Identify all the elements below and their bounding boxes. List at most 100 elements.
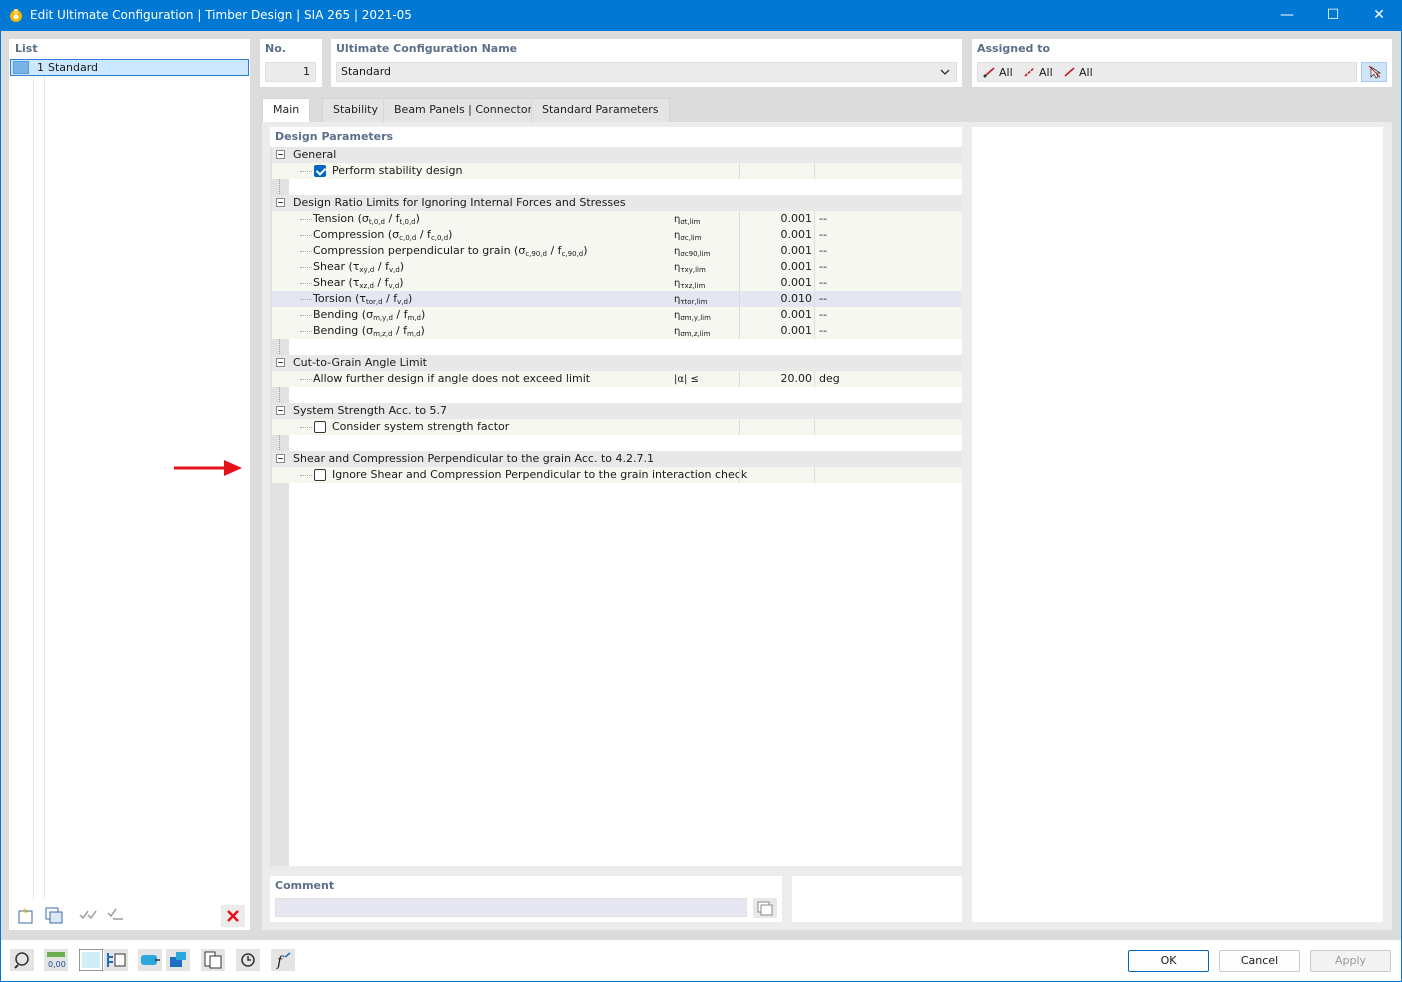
collapse-icon[interactable] bbox=[276, 358, 285, 367]
collapse-icon[interactable] bbox=[276, 198, 285, 207]
group-cut-to-grain[interactable]: Cut-to-Grain Angle Limit bbox=[272, 355, 962, 371]
new-item-icon[interactable] bbox=[15, 905, 37, 925]
member-line-icon bbox=[1064, 67, 1075, 77]
row-value[interactable]: 0.001 bbox=[742, 259, 813, 275]
number-field[interactable]: 1 bbox=[265, 62, 316, 82]
window-title: Edit Ultimate Configuration | Timber Des… bbox=[30, 8, 412, 22]
title-bar: Edit Ultimate Configuration | Timber Des… bbox=[0, 0, 1402, 31]
comment-side-panel bbox=[792, 876, 962, 922]
units-icon[interactable]: 0,00 bbox=[44, 949, 68, 971]
member-set-icon bbox=[1024, 67, 1035, 77]
uncheck-all-icon[interactable] bbox=[105, 905, 127, 925]
row-value[interactable]: 0.001 bbox=[742, 275, 813, 291]
function-icon[interactable]: f bbox=[271, 949, 295, 971]
row-symbol: |α| ≤ bbox=[674, 374, 699, 385]
check-row-perform-stability[interactable]: Perform stability design bbox=[272, 163, 962, 179]
system-strength-checkbox[interactable] bbox=[314, 421, 326, 433]
annotation-arrow-icon bbox=[174, 460, 242, 476]
name-combobox[interactable]: Standard bbox=[336, 62, 957, 82]
row-unit: -- bbox=[819, 276, 827, 289]
group-shear-compression-perpendicular[interactable]: Shear and Compression Perpendicular to t… bbox=[272, 451, 962, 467]
row-label: Bending (σm,z,d / fm,d) bbox=[313, 324, 425, 338]
list-label: List bbox=[15, 42, 38, 55]
library-icon[interactable] bbox=[201, 949, 225, 971]
collapse-icon[interactable] bbox=[276, 454, 285, 463]
row-unit: deg bbox=[819, 372, 840, 385]
comment-input[interactable] bbox=[275, 898, 747, 917]
group-general[interactable]: General bbox=[272, 147, 962, 163]
ignore-interaction-checkbox[interactable] bbox=[314, 469, 326, 481]
ratio-row[interactable]: Shear (τxz,d / fv,d) ητxz,lim 0.001 -- bbox=[272, 275, 962, 291]
row-unit: -- bbox=[819, 228, 827, 241]
row-value[interactable]: 20.00 bbox=[742, 371, 813, 387]
row-value[interactable]: 0.001 bbox=[742, 227, 813, 243]
list-grid-line bbox=[44, 59, 45, 899]
ratio-row[interactable]: Compression perpendicular to grain (σc,9… bbox=[272, 243, 962, 259]
row-unit: -- bbox=[819, 324, 827, 337]
member-icon bbox=[983, 67, 995, 78]
list-item-number: 1 bbox=[37, 61, 44, 74]
ratio-row[interactable]: Shear (τxy,d / fv,d) ητxy,lim 0.001 -- bbox=[272, 259, 962, 275]
tab-beam-panels-connectors[interactable]: Beam Panels | Connectors bbox=[383, 98, 549, 122]
minimize-button[interactable]: — bbox=[1264, 0, 1310, 31]
check-row-system-strength[interactable]: Consider system strength factor bbox=[272, 419, 962, 435]
row-angle-limit[interactable]: Allow further design if angle does not e… bbox=[272, 371, 962, 387]
row-value[interactable]: 0.001 bbox=[742, 307, 813, 323]
collapse-icon[interactable] bbox=[276, 150, 285, 159]
color-icon[interactable] bbox=[79, 949, 103, 971]
design-parameters-label: Design Parameters bbox=[275, 130, 394, 143]
check-row-ignore-interaction[interactable]: Ignore Shear and Compression Perpendicul… bbox=[272, 467, 962, 483]
close-window-button[interactable]: ✕ bbox=[1356, 0, 1402, 31]
check-all-icon[interactable] bbox=[77, 905, 99, 925]
name-label: Ultimate Configuration Name bbox=[336, 42, 518, 55]
comment-panel: Comment bbox=[270, 876, 782, 922]
tab-main[interactable]: Main bbox=[262, 98, 311, 123]
perform-stability-checkbox[interactable] bbox=[314, 165, 326, 177]
list-grid-line bbox=[33, 59, 34, 899]
assigned-field[interactable]: All All All bbox=[977, 62, 1357, 82]
delete-icon[interactable] bbox=[221, 905, 245, 927]
ratio-row[interactable]: Compression (σc,0,d / fc,0,d) ησc,lim 0.00… bbox=[272, 227, 962, 243]
view-icon[interactable] bbox=[138, 949, 162, 971]
row-value[interactable]: 0.010 bbox=[742, 291, 813, 307]
help-icon[interactable] bbox=[10, 949, 34, 971]
chevron-down-icon bbox=[940, 69, 950, 75]
row-value[interactable]: 0.001 bbox=[742, 243, 813, 259]
reset-icon[interactable] bbox=[236, 949, 260, 971]
row-value[interactable]: 0.001 bbox=[742, 323, 813, 339]
check-label: Ignore Shear and Compression Perpendicul… bbox=[332, 468, 748, 481]
app-icon bbox=[10, 9, 22, 22]
check-label: Consider system strength factor bbox=[332, 420, 510, 433]
pick-cursor-icon bbox=[1368, 65, 1382, 79]
group-system-strength[interactable]: System Strength Acc. to 5.7 bbox=[272, 403, 962, 419]
apply-button[interactable]: Apply bbox=[1310, 950, 1391, 972]
collapse-icon[interactable] bbox=[276, 406, 285, 415]
list-panel: List 1 Standard bbox=[9, 39, 250, 930]
preview-panel bbox=[972, 127, 1383, 922]
number-label: No. bbox=[265, 42, 286, 55]
group-design-ratio-limits[interactable]: Design Ratio Limits for Ignoring Interna… bbox=[272, 195, 962, 211]
list-item-name: Standard bbox=[48, 61, 99, 74]
row-unit: -- bbox=[819, 212, 827, 225]
group-title: Cut-to-Grain Angle Limit bbox=[293, 356, 427, 369]
tab-standard-parameters[interactable]: Standard Parameters bbox=[531, 98, 670, 122]
copy-comment-icon[interactable] bbox=[753, 898, 777, 918]
cancel-button[interactable]: Cancel bbox=[1219, 950, 1300, 972]
assigned-panel: Assigned to All All All bbox=[972, 39, 1392, 87]
select-objects-button[interactable] bbox=[1361, 62, 1387, 82]
svg-text:0,00: 0,00 bbox=[48, 960, 66, 969]
name-panel: Ultimate Configuration Name Standard bbox=[331, 39, 962, 87]
display-icon[interactable] bbox=[104, 949, 128, 971]
ok-button[interactable]: OK bbox=[1128, 950, 1209, 972]
ratio-row[interactable]: Tension (σt,0,d / ft,0,d) ησt,lim 0.001 -- bbox=[272, 211, 962, 227]
comment-label: Comment bbox=[275, 879, 335, 892]
ratio-row[interactable]: Bending (σm,z,d / fm,d) ησm,z,lim 0.001 -- bbox=[272, 323, 962, 339]
ratio-row[interactable]: Bending (σm,y,d / fm,d) ησm,y,lim 0.001 -- bbox=[272, 307, 962, 323]
maximize-button[interactable]: ☐ bbox=[1310, 0, 1356, 31]
tab-stability[interactable]: Stability bbox=[322, 98, 390, 122]
list-item[interactable]: 1 Standard bbox=[10, 59, 249, 76]
row-value[interactable]: 0.001 bbox=[742, 211, 813, 227]
model-icon[interactable] bbox=[166, 949, 190, 971]
copy-item-icon[interactable] bbox=[43, 905, 65, 925]
ratio-row[interactable]: Torsion (τtor,d / fv,d) ητtor,lim 0.010 -- bbox=[272, 291, 962, 307]
